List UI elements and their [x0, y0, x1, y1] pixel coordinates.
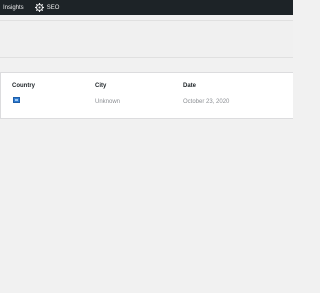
seo-label: SEO: [46, 4, 60, 11]
column-header-city: City: [95, 83, 107, 89]
insights-label: Insights: [3, 4, 24, 11]
seo-menu-item[interactable]: SEO: [34, 0, 60, 15]
gear-icon: [34, 3, 44, 12]
date-cell: October 23, 2020: [183, 99, 230, 105]
insights-menu-item[interactable]: Insights: [3, 0, 24, 15]
flag-icon: [13, 97, 20, 103]
column-header-date: Date: [183, 83, 197, 89]
visits-table-card: Country City Date Unknown October 23, 20…: [0, 72, 293, 119]
city-cell: Unknown: [95, 99, 121, 105]
column-header-country: Country: [12, 83, 35, 89]
top-panel: [0, 20, 293, 58]
page: Insights SEO Country City Date Unknown O…: [0, 0, 293, 293]
admin-bar: Insights SEO: [0, 0, 293, 15]
